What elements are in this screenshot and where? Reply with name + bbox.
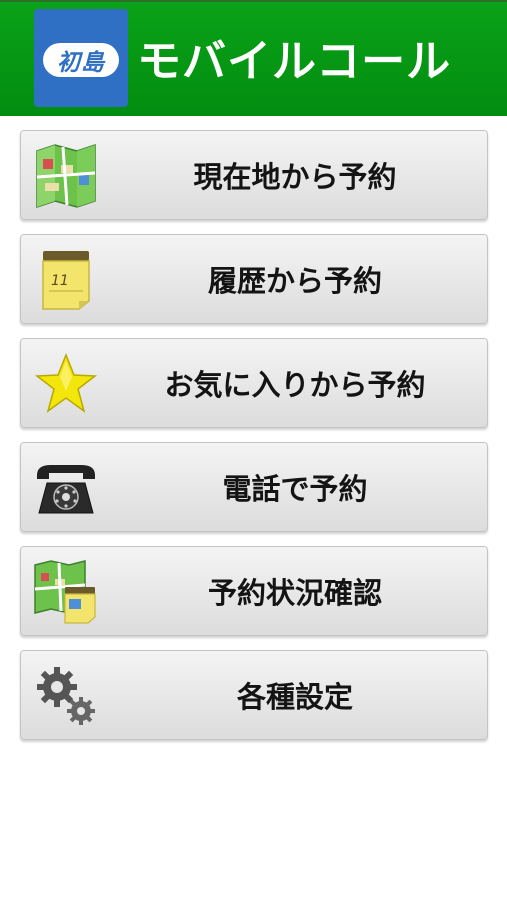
- map-icon: [33, 143, 99, 209]
- menu-item-label: 予約状況確認: [207, 576, 382, 610]
- menu-item-label: 各種設定: [236, 680, 353, 714]
- menu-item-label: 現在地から予約: [193, 160, 397, 194]
- svg-text:11: 11: [51, 273, 69, 289]
- reserve-from-history-button[interactable]: 11 履歴から予約: [20, 234, 488, 324]
- menu-item-label: お気に入りから予約: [164, 368, 426, 402]
- brand-logo: 初島: [34, 9, 128, 107]
- logo-badge: 初島: [43, 43, 119, 77]
- menu-item-label: 履歴から予約: [207, 264, 382, 298]
- app-screen: 初島 モバイルコール 現在地から予約 11 履歴から予約 お気に入りから予約 電…: [0, 0, 507, 900]
- star-icon: [33, 351, 99, 417]
- app-title: モバイルコール: [137, 36, 452, 87]
- reserve-by-phone-button[interactable]: 電話で予約: [20, 442, 488, 532]
- menu-item-label: 電話で予約: [222, 472, 368, 506]
- logo-text: 初島: [57, 50, 105, 76]
- calendar-note-icon: 11: [33, 247, 99, 313]
- reserve-from-current-location-button[interactable]: 現在地から予約: [20, 130, 488, 220]
- reserve-from-favorites-button[interactable]: お気に入りから予約: [20, 338, 488, 428]
- app-header: 初島 モバイルコール: [0, 0, 507, 116]
- map-calendar-icon: [33, 559, 99, 625]
- main-menu: 現在地から予約 11 履歴から予約 お気に入りから予約 電話で予約 予約状況確認…: [20, 130, 488, 754]
- gear-icon: [33, 663, 99, 729]
- telephone-icon: [33, 455, 99, 521]
- reservation-status-button[interactable]: 予約状況確認: [20, 546, 488, 636]
- settings-button[interactable]: 各種設定: [20, 650, 488, 740]
